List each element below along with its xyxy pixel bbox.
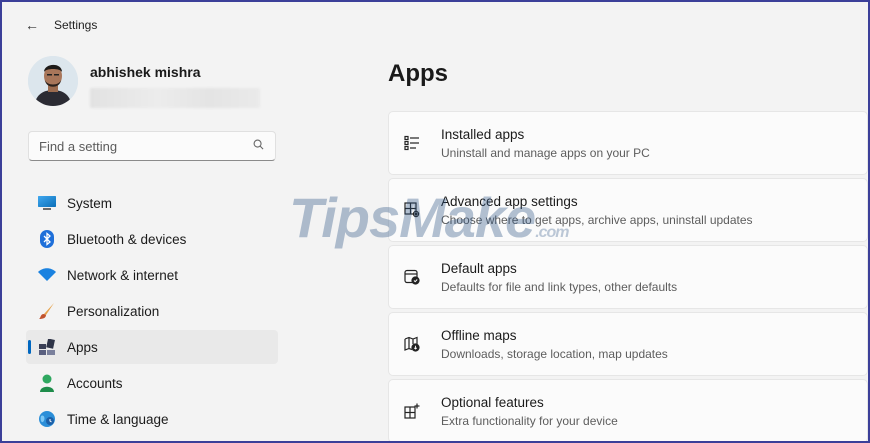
title-bar: ← Settings [2,2,868,48]
card-title: Default apps [441,260,517,276]
sidebar-item-network[interactable]: Network & internet [26,258,278,292]
settings-cards: Installed apps Uninstall and manage apps… [388,111,868,441]
globe-clock-icon [38,410,56,428]
sidebar-item-label: System [67,195,113,211]
bluetooth-icon [38,230,56,248]
user-email-redacted [90,88,260,108]
card-description: Extra functionality for your device [441,413,618,428]
optional-features-icon [403,402,421,420]
card-title: Installed apps [441,126,525,142]
user-name: abhishek mishra [90,64,201,80]
sidebar-item-accounts[interactable]: Accounts [26,366,278,400]
card-offline-maps[interactable]: Offline maps Downloads, storage location… [388,312,868,376]
window-title: Settings [54,18,98,32]
card-default-apps[interactable]: Default apps Defaults for file and link … [388,245,868,309]
search-box[interactable] [28,131,276,161]
list-icon [403,134,421,152]
search-input[interactable] [29,137,247,155]
default-apps-icon [403,268,421,286]
sidebar-item-label: Bluetooth & devices [67,231,187,247]
sidebar-item-label: Time & language [67,411,169,427]
sidebar-item-system[interactable]: System [26,186,278,220]
card-description: Downloads, storage location, map updates [441,346,668,361]
search-icon[interactable] [247,139,269,153]
brush-icon [38,302,56,320]
sidebar-item-label: Personalization [67,303,160,319]
sidebar: abhishek mishra System Bluetooth & de [2,48,292,441]
card-description: Choose where to get apps, archive apps, … [441,212,753,227]
card-title: Optional features [441,394,544,410]
card-title: Advanced app settings [441,193,578,209]
person-icon [38,374,56,392]
sidebar-item-time-language[interactable]: Time & language [26,402,278,436]
back-button[interactable]: ← [14,10,50,40]
sidebar-item-label: Accounts [67,375,123,391]
card-description: Uninstall and manage apps on your PC [441,145,650,160]
system-icon [38,194,56,212]
sidebar-item-apps[interactable]: Apps [26,330,278,364]
map-icon [403,335,421,353]
card-optional-features[interactable]: Optional features Extra functionality fo… [388,379,868,441]
sidebar-item-label: Apps [67,339,98,355]
profile[interactable]: abhishek mishra [28,56,260,108]
card-advanced-app-settings[interactable]: Advanced app settings Choose where to ge… [388,178,868,242]
avatar [28,56,78,106]
card-installed-apps[interactable]: Installed apps Uninstall and manage apps… [388,111,868,175]
app-settings-icon [403,201,421,219]
sidebar-item-bluetooth[interactable]: Bluetooth & devices [26,222,278,256]
card-title: Offline maps [441,327,517,343]
wifi-icon [38,266,56,284]
sidebar-item-personalization[interactable]: Personalization [26,294,278,328]
apps-icon [38,338,56,356]
sidebar-item-label: Network & internet [67,267,179,283]
page-title: Apps [388,60,448,87]
active-indicator [28,340,31,354]
settings-window: ← Settings abhishek mishra Find a settin… [0,0,870,443]
arrow-left-icon: ← [25,17,39,33]
sidebar-nav: System Bluetooth & devices Network & int… [26,186,278,438]
card-description: Defaults for file and link types, other … [441,279,678,294]
